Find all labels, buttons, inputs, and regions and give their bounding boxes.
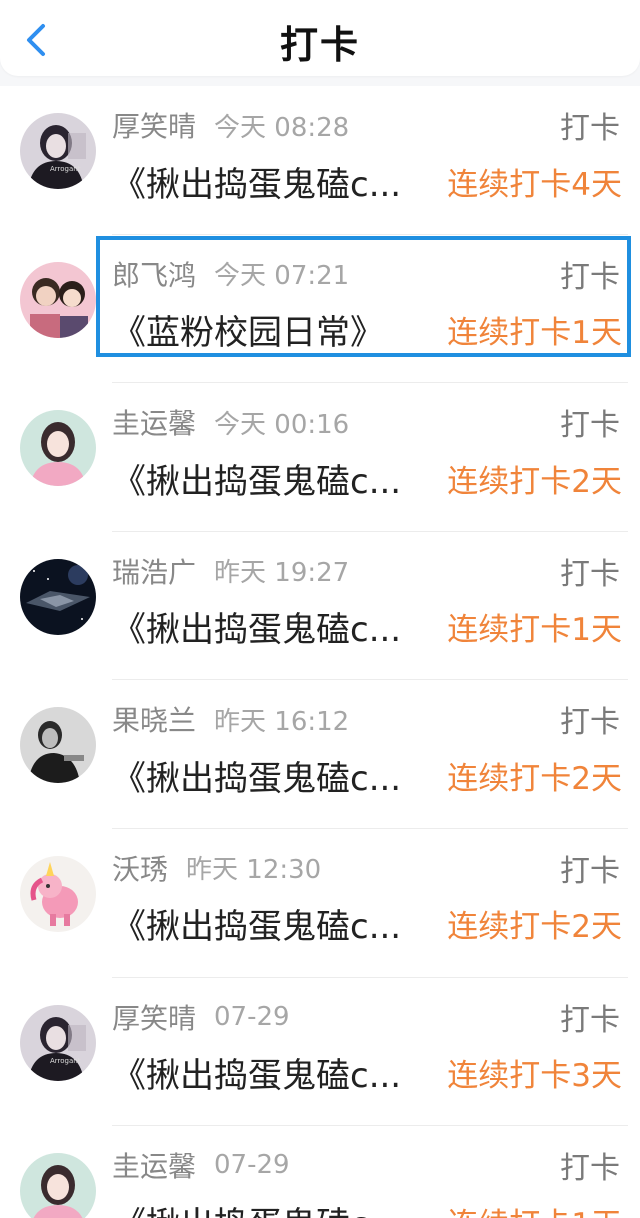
- book-title[interactable]: 《揪出捣蛋鬼磕c...: [112, 751, 441, 800]
- checkin-label: 打卡: [560, 1002, 620, 1038]
- streak-text: 连续打卡2天: [447, 909, 622, 946]
- checkin-label: 打卡: [560, 259, 620, 295]
- checkin-label: 打卡: [560, 111, 620, 146]
- checkin-time: 今天 07:21: [214, 261, 350, 292]
- book-title[interactable]: 《揪出捣蛋鬼磕c...: [112, 899, 441, 948]
- checkin-time: 昨天 16:12: [214, 706, 350, 737]
- user-name[interactable]: 瑞浩广: [112, 551, 196, 591]
- avatar[interactable]: [20, 558, 96, 635]
- checkin-row[interactable]: Arrogant 厚笑晴 07-29 打卡《揪出捣蛋鬼磕c... 连续打卡3天: [0, 978, 640, 1127]
- avatar[interactable]: [20, 261, 96, 338]
- checkin-time: 昨天 12:30: [186, 855, 322, 886]
- user-name[interactable]: 厚笑晴: [112, 105, 196, 145]
- user-name[interactable]: 沃琇: [112, 848, 168, 888]
- streak-text: 连续打卡2天: [447, 760, 622, 797]
- checkin-time: 昨天 19:27: [214, 558, 350, 589]
- checkin-row[interactable]: 沃琇 昨天 12:30 打卡《揪出捣蛋鬼磕c... 连续打卡2天: [0, 829, 640, 978]
- checkin-label: 打卡: [560, 556, 620, 592]
- book-title[interactable]: 《揪出捣蛋鬼磕c...: [112, 1048, 441, 1097]
- user-name[interactable]: 果晓兰: [112, 699, 196, 739]
- user-name[interactable]: 圭运馨: [112, 1145, 196, 1185]
- avatar[interactable]: Arrogant: [20, 1004, 96, 1081]
- avatar[interactable]: [20, 707, 96, 784]
- book-title[interactable]: 《揪出捣蛋鬼磕c...: [112, 454, 441, 503]
- user-name[interactable]: 圭运馨: [112, 402, 196, 442]
- checkin-row[interactable]: 圭运馨 今天 00:16 打卡《揪出捣蛋鬼磕c... 连续打卡2天: [0, 383, 640, 532]
- avatar[interactable]: [20, 410, 96, 487]
- checkin-row[interactable]: 瑞浩广 昨天 19:27 打卡《揪出捣蛋鬼磕c... 连续打卡1天: [0, 532, 640, 681]
- checkin-time: 07-29: [214, 1001, 290, 1032]
- streak-text: 连续打卡1天: [447, 1199, 622, 1218]
- user-name[interactable]: 厚笑晴: [112, 997, 196, 1037]
- book-title[interactable]: 《揪出捣蛋鬼磕c...: [112, 157, 441, 206]
- streak-text: 连续打卡1天: [447, 315, 622, 352]
- checkin-label: 打卡: [560, 408, 620, 444]
- book-title[interactable]: 《蓝粉校园日常》: [112, 305, 441, 354]
- checkin-time: 今天 00:16: [214, 409, 350, 440]
- checkin-list: Arrogant 厚笑晴 今天 08:28 打卡 《揪出捣蛋鬼磕c... 连续打卡4天 郎飞…: [0, 86, 640, 1218]
- page-title: 打卡: [279, 23, 360, 67]
- book-title[interactable]: 《揪出捣蛋鬼磕c...: [112, 602, 441, 651]
- checkin-row[interactable]: 郎飞鸿 今天 07:21 打卡《蓝粉校园日常》 连续打卡1天: [0, 235, 640, 384]
- avatar[interactable]: [20, 855, 96, 932]
- book-title[interactable]: 《揪出捣蛋鬼磕c...: [112, 1197, 441, 1218]
- checkin-label: 打卡: [560, 853, 620, 889]
- checkin-time: 今天 08:28: [214, 112, 350, 143]
- checkin-label: 打卡: [560, 1151, 620, 1187]
- checkin-label: 打卡: [560, 705, 620, 741]
- checkin-row[interactable]: Arrogant 厚笑晴 今天 08:28 打卡《揪出捣蛋鬼磕c... 连续打卡4天: [0, 86, 640, 235]
- checkin-row[interactable]: 果晓兰 昨天 16:12 打卡《揪出捣蛋鬼磕c... 连续打卡2天: [0, 680, 640, 829]
- streak-text: 连续打卡4天: [447, 166, 622, 203]
- streak-text: 连续打卡3天: [447, 1058, 622, 1095]
- streak-text: 连续打卡1天: [447, 612, 622, 649]
- streak-text: 连续打卡2天: [447, 463, 622, 500]
- user-name[interactable]: 郎飞鸿: [112, 254, 196, 294]
- checkin-row[interactable]: 圭运馨 07-29 打卡《揪出捣蛋鬼磕c... 连续打卡1天: [0, 1126, 640, 1218]
- svg-text:Arrogant: Arrogant: [50, 165, 81, 173]
- top-bar: 打卡: [0, 0, 640, 76]
- avatar[interactable]: Arrogant: [20, 113, 96, 189]
- checkin-time: 07-29: [214, 1150, 290, 1181]
- avatar[interactable]: [20, 1153, 96, 1218]
- svg-text:Arrogant: Arrogant: [50, 1057, 81, 1065]
